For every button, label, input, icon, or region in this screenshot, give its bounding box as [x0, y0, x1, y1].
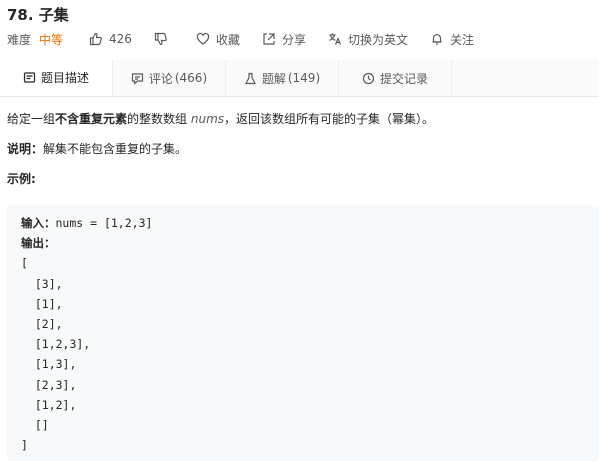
favorite-button[interactable]: 收藏 [196, 31, 240, 48]
share-button[interactable]: 分享 [262, 31, 306, 48]
tab-solutions-label: 题解 [261, 71, 286, 86]
description-text: 给定一组 [7, 112, 56, 126]
tab-comments-count: (466) [174, 71, 208, 85]
difficulty-badge: 中等 [39, 32, 64, 47]
output-line: [3], [21, 276, 63, 291]
comment-icon [131, 72, 143, 85]
share-icon [263, 33, 275, 45]
like-count: 426 [109, 32, 132, 46]
output-line: [2], [21, 316, 63, 331]
example-output-label-line: 输出： [21, 233, 599, 253]
example-heading: 示例: [7, 166, 592, 192]
tab-solutions[interactable]: 题解 (149) [226, 60, 339, 96]
output-line: [1], [21, 296, 63, 311]
tab-submissions[interactable]: 提交记录 [339, 60, 452, 96]
example-label: 示例: [7, 172, 36, 186]
output-line: [1,2,3], [21, 337, 91, 352]
note-paragraph: 说明：解集不能包含重复的子集。 [7, 136, 592, 162]
tab-comments-label: 评论 [148, 71, 173, 86]
input-label: 输入： [21, 216, 56, 230]
favorite-label: 收藏 [215, 32, 240, 47]
input-value: nums = [1,2,3] [55, 216, 153, 230]
output-line: [2,3], [21, 377, 77, 392]
description-text: 的整数数组 [127, 112, 191, 126]
example-code-block: 输入：nums = [1,2,3] 输出： [ [3], [1], [2], [… [7, 205, 599, 461]
output-line: ] [21, 438, 28, 453]
thumbs-up-icon [89, 32, 102, 46]
heart-icon [196, 32, 210, 45]
tab-description-label: 题目描述 [40, 71, 89, 85]
description-paragraph: 给定一组不含重复元素的整数数组 nums，返回该数组所有可能的子集（幂集）。 [7, 106, 592, 132]
follow-label: 关注 [449, 32, 474, 47]
dislike-button[interactable] [154, 32, 174, 46]
description-emphasis: 不含重复元素 [55, 112, 128, 126]
switch-language-button[interactable]: 切换为英文 [328, 31, 408, 48]
example-input-line: 输入：nums = [1,2,3] [21, 213, 599, 233]
problem-meta-bar: 难度 中等 426 收藏 分享 切换为英文 关注 [7, 29, 496, 49]
flask-icon [244, 72, 256, 84]
tab-solutions-count: (149) [287, 71, 321, 85]
output-line: [ [21, 256, 28, 271]
translate-icon [329, 33, 342, 45]
like-button[interactable]: 426 [89, 32, 132, 46]
note-text: 解集不能包含重复的子集。 [43, 142, 188, 156]
output-line: [1,2], [21, 397, 77, 412]
output-line: [1,3], [21, 357, 77, 372]
bell-icon [432, 34, 442, 45]
difficulty-label: 难度 [7, 32, 32, 47]
note-label: 说明： [7, 142, 44, 156]
problem-title: 78. 子集 [7, 6, 69, 24]
problem-description: 给定一组不含重复元素的整数数组 nums，返回该数组所有可能的子集（幂集）。 说… [7, 106, 592, 192]
tab-submissions-label: 提交记录 [379, 71, 428, 86]
tab-description[interactable]: 题目描述 [0, 60, 113, 96]
document-icon [23, 72, 36, 83]
problem-tabs: 题目描述 评论 (466) 题解 (149) 提交记录 [0, 60, 599, 97]
tab-comments[interactable]: 评论 (466) [113, 60, 226, 96]
clock-icon [362, 72, 375, 84]
share-label: 分享 [281, 32, 306, 47]
follow-button[interactable]: 关注 [430, 31, 474, 48]
output-line: [] [21, 417, 49, 432]
switch-language-label: 切换为英文 [347, 32, 408, 47]
thumbs-down-icon [154, 32, 167, 46]
output-label: 输出： [21, 236, 56, 251]
description-text: ，返回该数组所有可能的子集（幂集）。 [224, 112, 435, 126]
variable-name: nums [190, 112, 225, 126]
